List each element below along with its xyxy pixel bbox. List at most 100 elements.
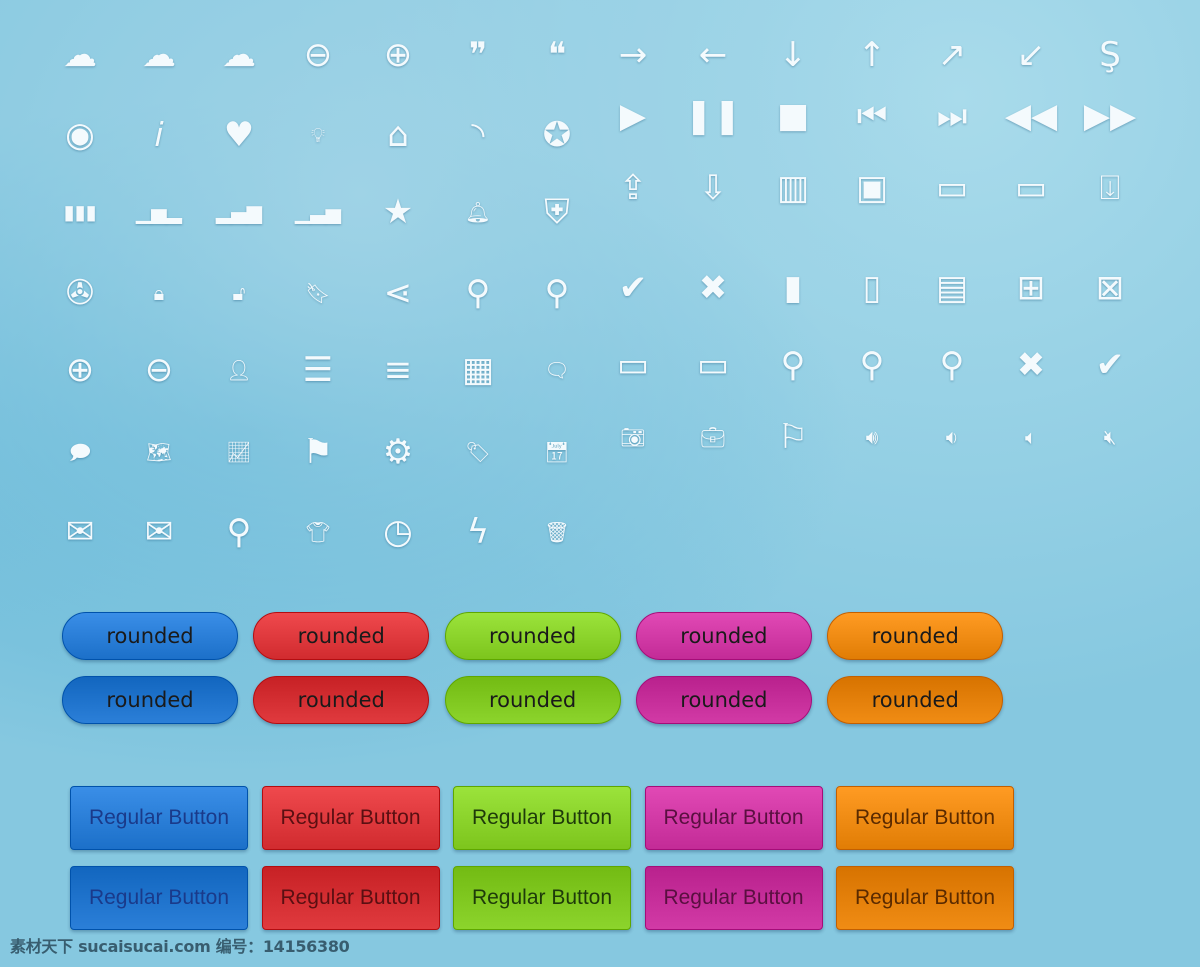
rounded-button[interactable]: rounded — [253, 676, 430, 724]
volume-low-icon: 🔈︎ — [1025, 425, 1037, 449]
zoom-in-icon: ⚲ — [939, 345, 965, 385]
briefcase-icon: 💼︎ — [700, 425, 726, 449]
skip-forward-icon: ⏭︎ — [936, 96, 968, 136]
search-icon: ⚲ — [780, 345, 806, 385]
heart-icon: ♥ — [223, 115, 255, 155]
watermark: 素材天下 sucaisucai.com 编号：14156380 — [10, 937, 350, 956]
check-icon: ✔ — [1095, 345, 1125, 385]
plus-circle-icon: ⊕ — [383, 35, 413, 75]
quote-open-icon: ❝ — [547, 35, 567, 75]
regular-button[interactable]: Regular Button — [836, 786, 1014, 850]
signpost-icon: ⚑ — [302, 432, 334, 472]
magic-wand-icon: ⚲ — [226, 512, 252, 552]
bar-chart-icon: ▮▮▮ — [63, 200, 97, 224]
signal-bars-baseline-icon: ▁▃▅ — [294, 200, 342, 224]
gear-icon: ⚙ — [382, 432, 414, 472]
arrow-right-icon: → — [618, 35, 648, 75]
lightning-icon: ϟ — [466, 512, 490, 552]
regular-button[interactable]: Regular Button — [261, 866, 440, 930]
volume-medium-icon: 🔉︎ — [945, 425, 959, 449]
stop-icon: ■ — [776, 96, 810, 136]
file-upload-icon: ⇪ — [618, 168, 648, 208]
rounded-button[interactable]: rounded — [444, 676, 621, 724]
rounded-button[interactable]: rounded — [444, 612, 621, 660]
rss-icon: ◝ — [471, 115, 485, 155]
regular-button[interactable]: Regular Button — [644, 866, 823, 930]
regular-button[interactable]: Regular Button — [836, 866, 1014, 930]
regular-button[interactable]: Regular Button — [453, 786, 631, 850]
regular-button[interactable]: Regular Button — [261, 786, 440, 850]
document-filled-icon: ▮ — [783, 268, 803, 308]
home-icon: ⌂ — [387, 115, 409, 155]
location-pin-icon: ⚲ — [544, 273, 570, 313]
user-icon: 👤︎ — [226, 358, 252, 382]
regular-button[interactable]: Regular Button — [453, 866, 631, 930]
t-shirt-icon: 👕︎ — [305, 520, 331, 544]
regular-button[interactable]: Regular Button — [70, 866, 248, 930]
rss-square-icon: ▣ — [855, 168, 889, 208]
document-remove-icon: ⊠ — [1095, 268, 1125, 308]
regular-button[interactable]: Regular Button — [644, 786, 823, 850]
grid-icon: ▦ — [461, 350, 495, 390]
speech-bubble-icon: 🗨︎ — [544, 358, 570, 382]
pause-icon: ❚❚ — [684, 96, 742, 136]
unlock-icon: 🔓︎ — [232, 281, 246, 305]
film-reel-icon: ✇ — [65, 273, 95, 313]
arrow-left-icon: ← — [698, 35, 728, 75]
lightbulb-icon: 💡︎ — [311, 123, 325, 147]
quote-close-icon: ❞ — [468, 35, 488, 75]
play-icon: ▶ — [619, 96, 647, 136]
rounded-button[interactable]: rounded — [827, 676, 1004, 724]
cloud-download-icon: ☁ — [222, 35, 256, 75]
monitor-icon: ▭ — [1014, 168, 1048, 208]
award-icon: ✪ — [542, 115, 572, 155]
cloud-upload-icon: ☁ — [142, 35, 176, 75]
rounded-button[interactable]: rounded — [62, 676, 238, 724]
flag-icon: ⚐ — [777, 417, 809, 457]
arrow-down-icon: ↓ — [778, 35, 808, 75]
trash-icon: 🗑︎ — [544, 520, 570, 544]
skype-s-icon: Ş — [1099, 35, 1121, 75]
lock-icon: 🔒︎ — [153, 281, 165, 305]
arrow-up-right-icon: ↗ — [937, 35, 967, 75]
envelope-icon: ✉ — [65, 512, 95, 552]
bell-icon: 🔔︎ — [465, 200, 491, 224]
camera-icon: 📷︎ — [620, 425, 646, 449]
fast-forward-icon: ▶▶ — [1083, 96, 1137, 136]
rounded-button[interactable]: rounded — [253, 612, 430, 660]
regular-button[interactable]: Regular Button — [70, 786, 248, 850]
eye-icon: ◉ — [65, 115, 95, 155]
document-icon: ▯ — [862, 268, 882, 308]
close-icon: ✖ — [1016, 345, 1046, 385]
map-pin-icon: ⚲ — [465, 273, 491, 313]
bookmark-icon: 🔖︎ — [305, 281, 331, 305]
arrow-up-icon: ↑ — [857, 35, 887, 75]
check-circle-icon: ✔ — [618, 268, 648, 308]
rewind-icon: ◀◀ — [1004, 96, 1058, 136]
map-icon: 🗺︎ — [146, 440, 172, 464]
rounded-button[interactable]: rounded — [635, 676, 812, 724]
x-circle-icon: ✖ — [698, 268, 728, 308]
clock-icon: ◷ — [383, 512, 413, 552]
rounded-button[interactable]: rounded — [635, 612, 812, 660]
battery-half-icon: ▭ — [696, 345, 730, 385]
bar-chart-baseline-icon: ▁▅▂ — [135, 200, 183, 224]
trend-chart-icon: 📈︎ — [226, 440, 252, 464]
document-add-icon: ⊞ — [1016, 268, 1046, 308]
shield-icon: ⛨ — [544, 192, 570, 232]
menu-icon: ≡ — [383, 350, 413, 390]
info-icon: 𝑖 — [154, 115, 164, 155]
rounded-button[interactable]: rounded — [827, 612, 1004, 660]
rounded-button[interactable]: rounded — [62, 612, 238, 660]
list-icon: ☰ — [302, 350, 334, 390]
star-icon: ★ — [382, 192, 414, 232]
minus-circle-icon: ⊖ — [303, 35, 333, 75]
presentation-icon: ▭ — [935, 168, 969, 208]
calendar-icon: 📅︎ — [544, 440, 570, 464]
file-download-icon: ⇩ — [698, 168, 728, 208]
envelope-open-icon: ✉ — [144, 512, 174, 552]
pin-remove-icon: ⊖ — [144, 350, 174, 390]
battery-full-icon: ▭ — [616, 345, 650, 385]
monitor-download-icon: ⍗ — [1099, 168, 1121, 208]
volume-high-icon: 🔊︎ — [865, 425, 879, 449]
